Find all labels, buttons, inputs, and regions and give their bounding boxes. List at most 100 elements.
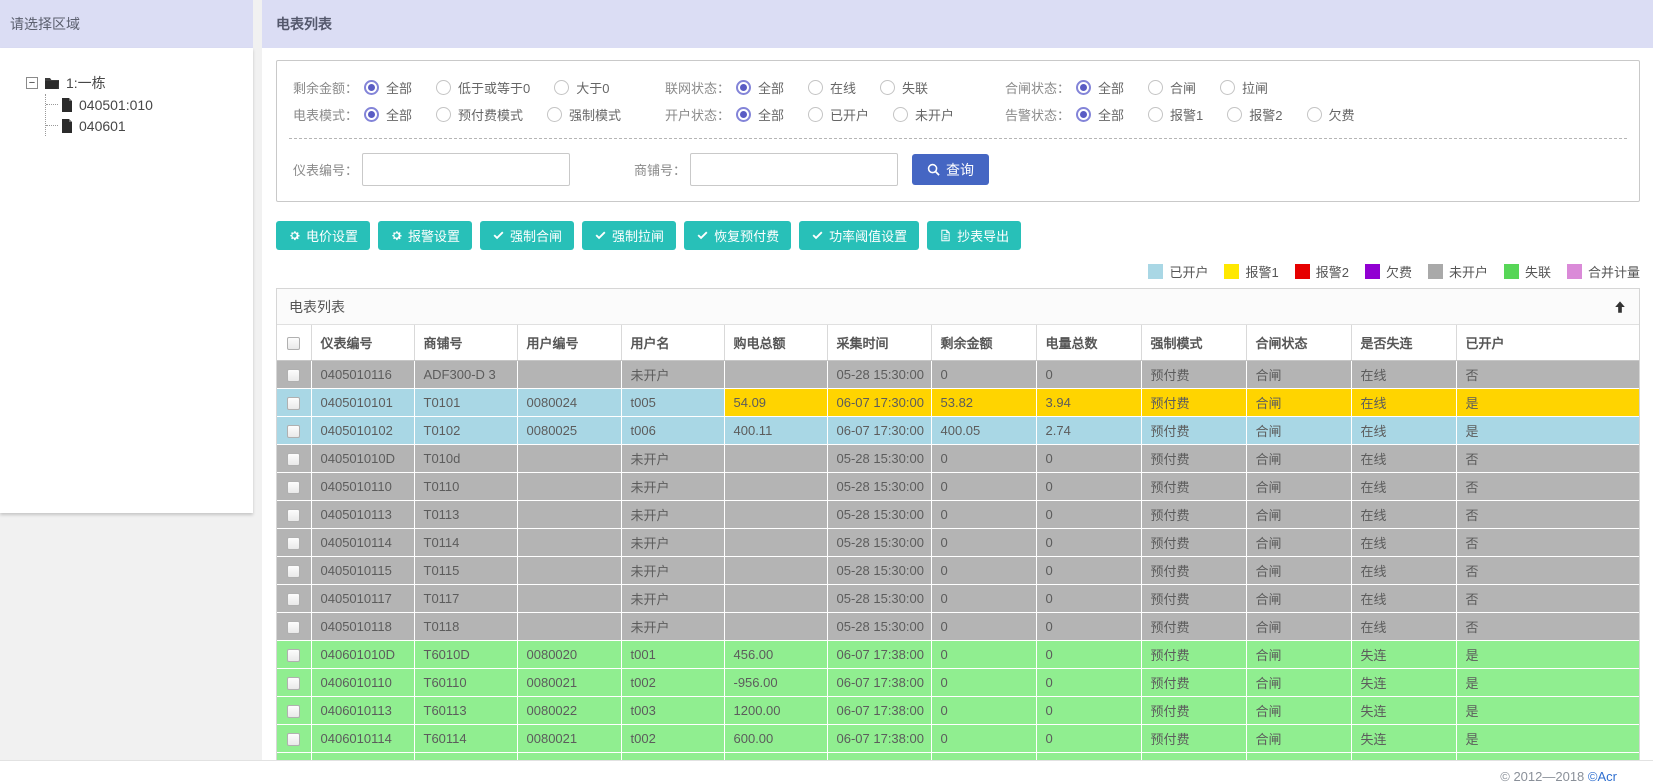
radio-icon[interactable] <box>364 80 380 95</box>
row-checkbox[interactable] <box>287 537 301 551</box>
radio-account-status-0[interactable]: 全部 <box>736 105 784 124</box>
meter-table-header: 电表列表 <box>277 289 1639 325</box>
radio-icon[interactable] <box>547 107 563 122</box>
radio-option-label: 报警1 <box>1170 108 1204 123</box>
radio-network-status-1[interactable]: 在线 <box>808 78 856 97</box>
radio-account-status-2[interactable]: 未开户 <box>893 105 954 124</box>
radio-icon[interactable] <box>808 107 824 122</box>
row-checkbox[interactable] <box>287 677 301 691</box>
radio-alarm-status-2[interactable]: 报警2 <box>1227 105 1283 124</box>
radio-icon[interactable] <box>1220 80 1236 95</box>
collapse-arrow-icon[interactable] <box>1613 300 1627 314</box>
radio-icon[interactable] <box>1306 107 1322 122</box>
table-cell: 0080021 <box>517 668 622 697</box>
meter-no-input[interactable] <box>362 153 571 186</box>
table-cell: 合闸 <box>1246 528 1352 557</box>
row-checkbox[interactable] <box>287 733 301 747</box>
table-cell: t001 <box>621 640 725 669</box>
table-cell: 0080020 <box>517 640 622 669</box>
radio-icon[interactable] <box>893 107 909 122</box>
table-row: 0406010114 T60114 0080021 t002 600.00 06-07 1… <box>277 724 1639 753</box>
table-cell: t004 <box>621 752 725 760</box>
tree-child-node[interactable]: 040501:010 <box>46 94 253 115</box>
table-cell: 合闸 <box>1246 584 1352 613</box>
radio-alarm-status-3[interactable]: 欠费 <box>1306 105 1355 124</box>
radio-icon[interactable] <box>736 80 752 95</box>
action-button-抄表导出[interactable]: 抄表导出 <box>927 221 1022 250</box>
radio-switch-status-0[interactable]: 全部 <box>1076 78 1124 97</box>
table-cell <box>724 528 828 557</box>
radio-icon[interactable] <box>436 107 452 122</box>
radio-switch-status-1[interactable]: 合闸 <box>1148 78 1196 97</box>
tree-child-label[interactable]: 040501:010 <box>79 97 153 113</box>
select-all-checkbox[interactable] <box>287 337 301 351</box>
table-cell <box>517 612 622 641</box>
radio-alarm-status-1[interactable]: 报警1 <box>1148 105 1203 124</box>
row-checkbox[interactable] <box>287 425 301 439</box>
table-cell: 否 <box>1456 556 1639 585</box>
tree-child-label[interactable]: 040601 <box>79 118 126 134</box>
tree-root-node[interactable]: − 1:一栋 <box>26 72 253 94</box>
table-cell: 06-07 17:38:00 <box>827 752 932 760</box>
row-checkbox[interactable] <box>287 621 301 635</box>
filter-group-network-status: 联网状态： 全部 在线 失联 <box>665 78 1005 97</box>
row-checkbox[interactable] <box>287 481 301 495</box>
table-cell: 0 <box>931 528 1037 557</box>
radio-icon[interactable] <box>1148 80 1164 95</box>
radio-icon[interactable] <box>880 80 896 95</box>
radio-network-status-2[interactable]: 失联 <box>880 78 928 97</box>
table-cell <box>517 444 622 473</box>
radio-network-status-0[interactable]: 全部 <box>736 78 784 97</box>
row-checkbox[interactable] <box>287 593 301 607</box>
radio-option-label: 预付费模式 <box>458 108 524 123</box>
radio-icon[interactable] <box>1148 107 1164 122</box>
row-checkbox[interactable] <box>287 369 301 383</box>
radio-remaining-amount-2[interactable]: 大于0 <box>554 78 610 97</box>
radio-icon[interactable] <box>436 80 452 95</box>
radio-switch-status-2[interactable]: 拉闸 <box>1220 78 1268 97</box>
tree-child-node[interactable]: 040601 <box>46 115 253 136</box>
tree-collapse-icon[interactable]: − <box>26 77 38 89</box>
table-cell: T0114 <box>414 528 518 557</box>
table-cell: T60110 <box>414 668 518 697</box>
radio-remaining-amount-0[interactable]: 全部 <box>364 78 412 97</box>
action-button-功率阈值设置[interactable]: 功率阈值设置 <box>799 221 920 250</box>
radio-alarm-status-0[interactable]: 全部 <box>1076 105 1124 124</box>
row-checkbox[interactable] <box>287 397 301 411</box>
table-cell: 06-07 17:38:00 <box>827 640 932 669</box>
legend-swatch <box>1148 264 1164 279</box>
action-button-电价设置[interactable]: 电价设置 <box>276 221 371 250</box>
radio-icon[interactable] <box>554 80 570 95</box>
query-button[interactable]: 查询 <box>912 154 990 185</box>
action-button-报警设置[interactable]: 报警设置 <box>378 221 473 250</box>
radio-icon[interactable] <box>364 107 380 122</box>
action-button-强制合闸[interactable]: 强制合闸 <box>480 221 575 250</box>
radio-icon[interactable] <box>736 107 752 122</box>
row-checkbox[interactable] <box>287 565 301 579</box>
table-cell: 0405010118 <box>311 612 415 641</box>
row-checkbox[interactable] <box>287 649 301 663</box>
radio-meter-mode-1[interactable]: 预付费模式 <box>436 105 523 124</box>
radio-icon[interactable] <box>1076 107 1092 122</box>
table-cell: 是 <box>1456 668 1639 697</box>
copyright-link[interactable]: ©Acr <box>1588 769 1617 784</box>
shop-no-input[interactable] <box>690 153 899 186</box>
table-cell: 未开户 <box>621 360 725 389</box>
radio-icon[interactable] <box>808 80 824 95</box>
table-cell: 在线 <box>1351 500 1457 529</box>
radio-remaining-amount-1[interactable]: 低于或等于0 <box>436 78 530 97</box>
action-button-恢复预付费[interactable]: 恢复预付费 <box>684 221 792 250</box>
radio-icon[interactable] <box>1076 80 1092 95</box>
row-checkbox[interactable] <box>287 509 301 523</box>
table-cell <box>517 472 622 501</box>
radio-account-status-1[interactable]: 已开户 <box>808 105 869 124</box>
radio-meter-mode-0[interactable]: 全部 <box>364 105 412 124</box>
main-area: 电表列表 剩余金额： 全部 低于或等于0 大于0 联网状态： 全部 在线 失联 合闸状态： 全部合… <box>262 0 1653 760</box>
radio-meter-mode-2[interactable]: 强制模式 <box>547 105 621 124</box>
table-cell: 是 <box>1456 388 1639 417</box>
row-checkbox[interactable] <box>287 705 301 719</box>
radio-icon[interactable] <box>1227 107 1243 122</box>
row-checkbox[interactable] <box>287 453 301 467</box>
action-button-强制拉闸[interactable]: 强制拉闸 <box>582 221 677 250</box>
tree-root-label[interactable]: 1:一栋 <box>66 73 106 93</box>
